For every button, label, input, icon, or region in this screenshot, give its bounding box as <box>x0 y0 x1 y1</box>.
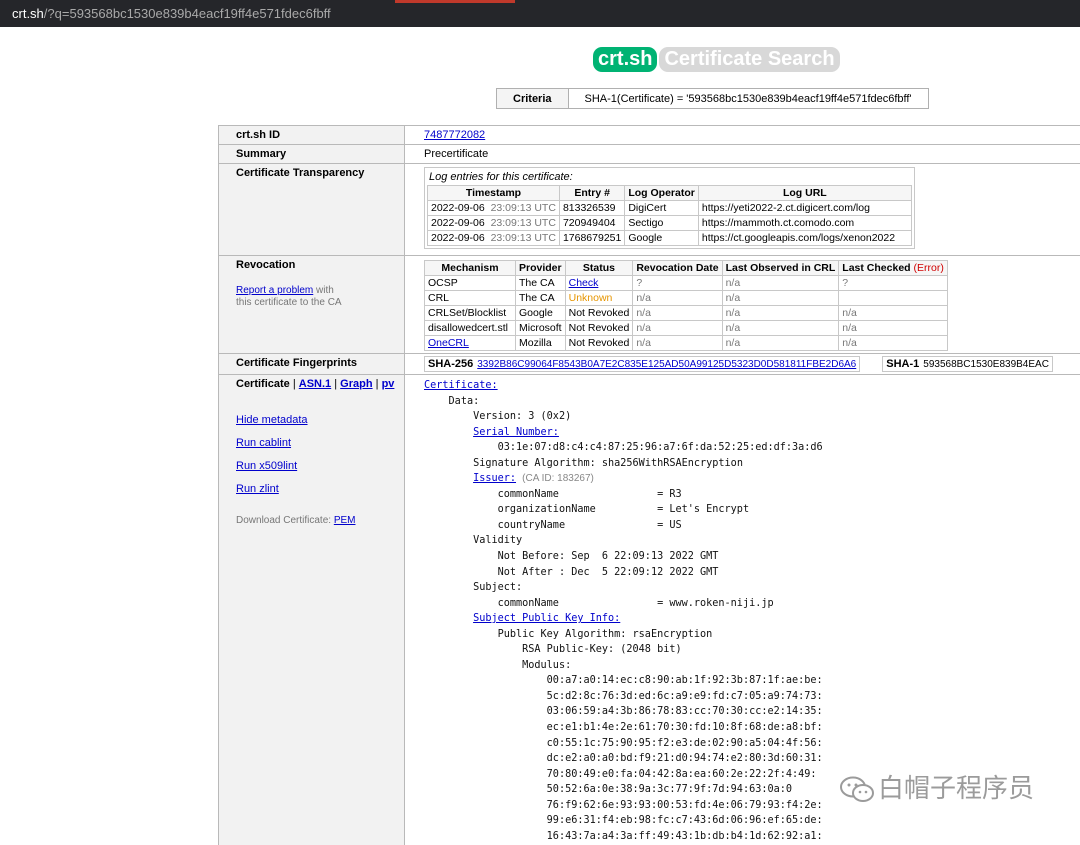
run-zlint-link[interactable]: Run zlint <box>236 483 279 495</box>
ct-header-operator: Log Operator <box>624 185 699 201</box>
row-crtsh-id: crt.sh ID 7487772082 <box>218 125 1080 144</box>
crtsh-logo[interactable]: crt.sh <box>593 47 658 72</box>
subject-public-key-info-link[interactable]: Subject Public Key Info: <box>473 613 620 624</box>
table-row: OneCRL Mozilla Not Revoked n/a n/a n/a <box>424 335 948 351</box>
table-row: disallowedcert.stl Microsoft Not Revoked… <box>424 320 948 336</box>
sha256-fingerprint: SHA-256 3392B86C99064F8543B0A7E2C835E125A… <box>424 356 861 372</box>
tab-accent <box>395 0 515 3</box>
hide-metadata-link[interactable]: Hide metadata <box>236 414 308 426</box>
summary-value: Precertificate <box>424 148 489 160</box>
rev-header-checked: Last Checked (Error) <box>838 260 948 276</box>
error-label: (Error) <box>913 262 944 274</box>
issuer-link[interactable]: Issuer: <box>473 473 516 484</box>
url-text[interactable]: crt.sh/?q=593568bc1530e839b4eacf19ff4e57… <box>12 6 331 21</box>
revocation-label: Revocation <box>236 259 296 271</box>
rev-header-provider: Provider <box>515 260 566 276</box>
site-header: crt.sh Certificate Search <box>593 47 840 72</box>
ct-caption: Log entries for this certificate: <box>429 171 573 183</box>
wechat-icon <box>838 775 878 805</box>
browser-address-bar[interactable]: crt.sh/?q=593568bc1530e839b4eacf19ff4e57… <box>0 0 1080 27</box>
certificate-label: Certificate <box>236 378 290 390</box>
row-summary: Summary Precertificate <box>218 144 1080 163</box>
row-certificate-transparency: Certificate Transparency Log entries for… <box>218 163 1080 255</box>
table-row: OCSP The CA Check ? n/a ? <box>424 275 948 291</box>
criteria-label: Criteria <box>496 88 569 109</box>
row-revocation: Revocation Report a problem with this ce… <box>218 255 1080 353</box>
sha1-fingerprint: SHA-1 593568BC1530E839B4EAC <box>882 356 1053 372</box>
crl-status-unknown: Unknown <box>564 290 634 306</box>
ct-header-timestamp: Timestamp <box>427 185 560 201</box>
table-row: 2022-09-06 23:09:13 UTC 1768679251 Googl… <box>427 230 912 246</box>
url-host: crt.sh <box>12 6 44 21</box>
report-problem-link[interactable]: Report a problem <box>236 285 313 296</box>
rev-header-status: Status <box>564 260 634 276</box>
certificate-text: Certificate: Data: Version: 3 (0x2) Seri… <box>424 380 823 842</box>
crtsh-id-link[interactable]: 7487772082 <box>424 129 485 141</box>
ct-label: Certificate Transparency <box>236 167 365 179</box>
pv-link[interactable]: pv <box>382 378 395 390</box>
certificate-details: crt.sh ID 7487772082 Summary Precertific… <box>218 125 1080 845</box>
url-path: /?q=593568bc1530e839b4eacf19ff4e571fdec6… <box>43 6 331 21</box>
table-row: 2022-09-06 23:09:13 UTC 813326539 DigiCe… <box>427 200 912 216</box>
rev-header-mechanism: Mechanism <box>424 260 516 276</box>
table-row: CRLSet/Blocklist Google Not Revoked n/a … <box>424 305 948 321</box>
certificate-link[interactable]: Certificate: <box>424 380 498 391</box>
revocation-table: Mechanism Provider Status Revocation Dat… <box>424 260 948 351</box>
download-certificate-label: Download Certificate: <box>236 515 332 526</box>
site-subtitle: Certificate Search <box>659 47 840 72</box>
onecrl-link[interactable]: OneCRL <box>428 337 469 349</box>
watermark-text: 白帽子程序员 <box>878 774 1035 804</box>
wechat-watermark: 白帽子程序员 <box>838 768 1034 805</box>
table-row: 2022-09-06 23:09:13 UTC 720949404 Sectig… <box>427 215 912 231</box>
run-x509lint-link[interactable]: Run x509lint <box>236 460 297 472</box>
criteria-value: SHA-1(Certificate) = '593568bc1530e839b4… <box>567 88 929 109</box>
report-problem-tail: this certificate to the CA <box>236 297 342 308</box>
run-cablint-link[interactable]: Run cablint <box>236 437 291 449</box>
serial-number-link[interactable]: Serial Number: <box>473 427 559 438</box>
sha256-link[interactable]: 3392B86C99064F8543B0A7E2C835E125AD50A991… <box>477 359 856 370</box>
ocsp-check-link[interactable]: Check <box>569 277 599 289</box>
summary-label: Summary <box>236 148 287 160</box>
criteria-table: Criteria SHA-1(Certificate) = '593568bc1… <box>496 88 929 109</box>
rev-header-observed: Last Observed in CRL <box>721 260 840 276</box>
download-pem-link[interactable]: PEM <box>334 515 356 526</box>
asn1-link[interactable]: ASN.1 <box>299 378 331 390</box>
table-row: CRL The CA Unknown n/a n/a <box>424 290 948 306</box>
ct-table: Timestamp Entry # Log Operator Log URL 2… <box>427 185 912 246</box>
ct-log-entries: Log entries for this certificate: Timest… <box>424 167 915 249</box>
crtsh-id-label: crt.sh ID <box>236 129 281 141</box>
rev-header-date: Revocation Date <box>632 260 723 276</box>
graph-link[interactable]: Graph <box>340 378 372 390</box>
row-fingerprints: Certificate Fingerprints SHA-256 3392B86C… <box>218 353 1080 374</box>
ct-header-entry: Entry # <box>558 185 626 201</box>
fingerprints-label: Certificate Fingerprints <box>236 357 358 369</box>
ct-header-url: Log URL <box>697 185 912 201</box>
